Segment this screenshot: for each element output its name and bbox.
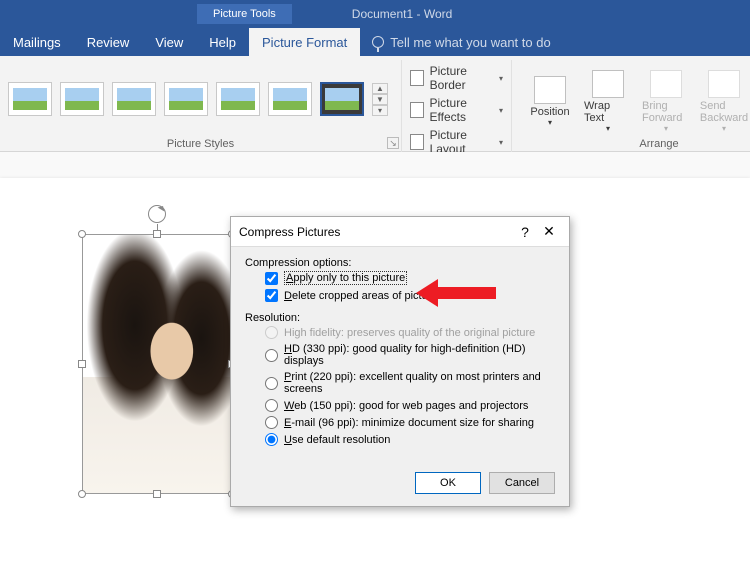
group-label-arrange: Arrange	[520, 138, 750, 152]
resolution-default[interactable]: Use default resolution	[245, 431, 555, 448]
gallery-more-icon[interactable]: ▾	[372, 105, 388, 116]
radio-hd[interactable]	[265, 349, 278, 362]
layout-icon	[410, 134, 424, 150]
resize-handle-nw[interactable]	[78, 230, 86, 238]
resize-handle-w[interactable]	[78, 360, 86, 368]
rotate-handle[interactable]	[148, 205, 166, 223]
apply-only-label: Apply only to this picture	[284, 271, 407, 285]
radio-high-fidelity	[265, 326, 278, 339]
radio-default[interactable]	[265, 433, 278, 446]
apply-only-checkbox[interactable]	[265, 272, 278, 285]
picture-effects-button[interactable]: Picture Effects▾	[410, 96, 503, 124]
bring-forward-icon	[650, 70, 682, 98]
tab-picture-format[interactable]: Picture Format	[249, 28, 360, 56]
position-icon	[534, 76, 566, 104]
resolution-web[interactable]: Web (150 ppi): good for web pages and pr…	[245, 397, 555, 414]
resize-handle-s[interactable]	[153, 490, 161, 498]
compress-pictures-dialog: Compress Pictures ? ✕ Compression option…	[230, 216, 570, 507]
picture-style-3[interactable]	[112, 82, 156, 116]
gallery-up-icon[interactable]: ▲	[372, 83, 388, 94]
compression-options-label: Compression options:	[245, 257, 555, 269]
context-tab-picture-tools[interactable]: Picture Tools	[197, 4, 292, 24]
bring-forward-button[interactable]: Bring Forward▾	[642, 70, 690, 133]
gallery-down-icon[interactable]: ▼	[372, 94, 388, 105]
picture-style-5[interactable]	[216, 82, 260, 116]
dialog-titlebar[interactable]: Compress Pictures ? ✕	[231, 217, 569, 247]
dialog-title-text: Compress Pictures	[239, 225, 513, 239]
wrap-text-icon	[592, 70, 624, 98]
dialog-launcher-picture-styles[interactable]: ↘	[387, 137, 399, 149]
cancel-button[interactable]: Cancel	[489, 472, 555, 494]
page[interactable]: Compress Pictures ? ✕ Compression option…	[0, 178, 750, 570]
chevron-down-icon: ▾	[499, 138, 503, 147]
delete-cropped-checkbox[interactable]	[265, 289, 278, 302]
resize-handle-sw[interactable]	[78, 490, 86, 498]
help-button[interactable]: ?	[513, 224, 537, 240]
selected-picture[interactable]	[82, 234, 232, 494]
group-label-picture-styles: Picture Styles	[8, 138, 393, 152]
tab-view[interactable]: View	[142, 28, 196, 56]
picture-style-7-selected[interactable]	[320, 82, 364, 116]
send-backward-icon	[708, 70, 740, 98]
tab-review[interactable]: Review	[74, 28, 143, 56]
resolution-label: Resolution:	[245, 312, 555, 324]
send-backward-button[interactable]: Send Backward▾	[700, 70, 748, 133]
title-bar: Picture Tools Document1 - Word	[0, 0, 750, 28]
menu-bar: Mailings Review View Help Picture Format…	[0, 28, 750, 56]
effects-icon	[410, 102, 424, 118]
resolution-hd[interactable]: HD (330 ppi): good quality for high-defi…	[245, 341, 555, 369]
ok-button[interactable]: OK	[415, 472, 481, 494]
gallery-scroll[interactable]: ▲ ▼ ▾	[372, 83, 388, 116]
lightbulb-icon	[372, 36, 384, 48]
radio-email[interactable]	[265, 416, 278, 429]
document-title: Document1 - Word	[352, 7, 453, 21]
apply-only-row[interactable]: Apply only to this picture	[245, 269, 555, 287]
arrow-body	[438, 287, 496, 299]
resize-handle-n[interactable]	[153, 230, 161, 238]
resolution-email[interactable]: E-mail (96 ppi): minimize document size …	[245, 414, 555, 431]
picture-style-1[interactable]	[8, 82, 52, 116]
picture-content	[83, 235, 231, 493]
tab-help[interactable]: Help	[196, 28, 249, 56]
picture-border-button[interactable]: Picture Border▾	[410, 64, 503, 92]
picture-style-2[interactable]	[60, 82, 104, 116]
chevron-down-icon: ▾	[499, 74, 503, 83]
resolution-high-fidelity: High fidelity: preserves quality of the …	[245, 324, 555, 341]
arrow-head-icon	[416, 279, 438, 307]
close-button[interactable]: ✕	[537, 223, 561, 240]
document-area: Compress Pictures ? ✕ Compression option…	[0, 152, 750, 570]
tell-me-search[interactable]: Tell me what you want to do	[360, 28, 562, 56]
radio-web[interactable]	[265, 399, 278, 412]
delete-cropped-row[interactable]: Delete cropped areas of pictures	[245, 287, 555, 304]
position-button[interactable]: Position▾	[526, 76, 574, 127]
chevron-down-icon: ▾	[499, 106, 503, 115]
ribbon: ▲ ▼ ▾ Picture Styles ↘ Picture Border▾ P…	[0, 56, 750, 152]
wrap-text-button[interactable]: Wrap Text▾	[584, 70, 632, 133]
tab-mailings[interactable]: Mailings	[0, 28, 74, 56]
border-icon	[410, 70, 424, 86]
resolution-print[interactable]: Print (220 ppi): excellent quality on mo…	[245, 369, 555, 397]
annotation-arrow	[416, 280, 496, 304]
radio-print[interactable]	[265, 377, 278, 390]
picture-style-4[interactable]	[164, 82, 208, 116]
picture-style-6[interactable]	[268, 82, 312, 116]
